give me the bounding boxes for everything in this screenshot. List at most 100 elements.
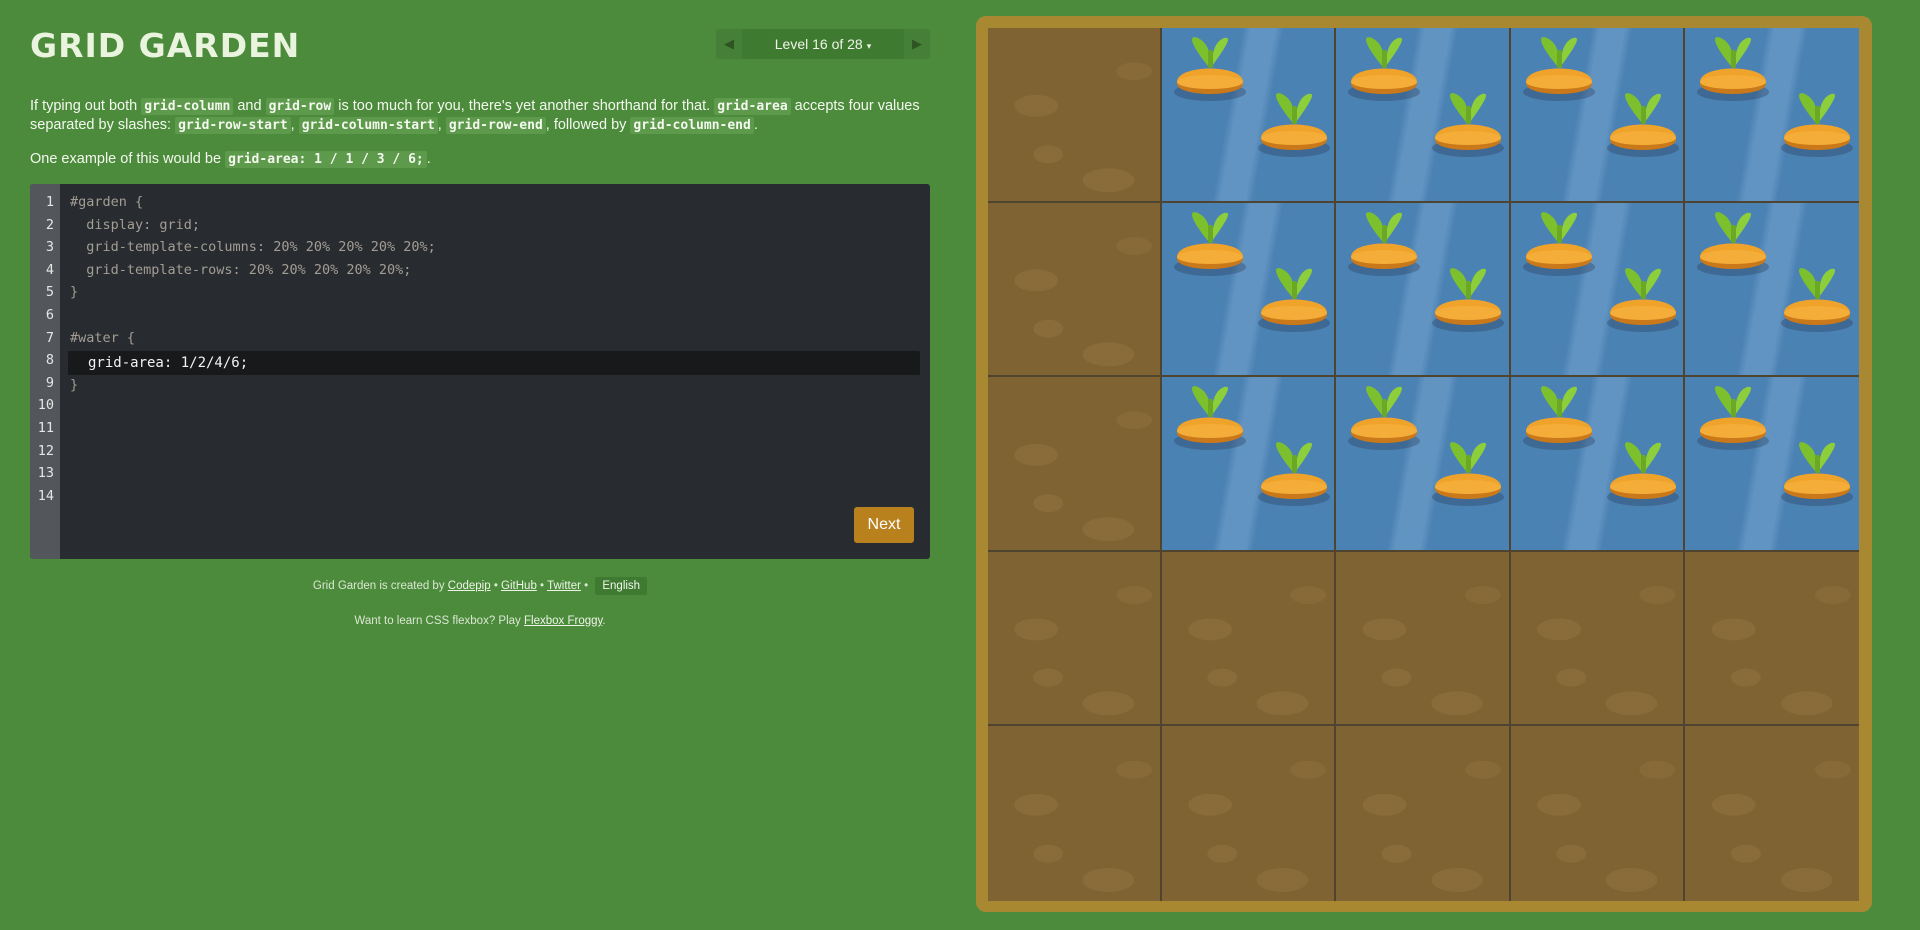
soil-cell (1336, 551, 1511, 727)
water-cell (1684, 28, 1859, 203)
carrot-icon (1344, 34, 1424, 109)
line-number-gutter: 1 2 3 4 5 6 7 8 9 10 11 12 13 14 (30, 184, 60, 559)
soil-cell (1510, 726, 1685, 901)
css-editor: 1234567891011121314 Next #garden { displ… (30, 184, 930, 559)
flexbox-froggy-link[interactable]: Flexbox Froggy (524, 615, 602, 627)
line-number: 1 (45, 194, 54, 210)
water-cell (1684, 202, 1859, 378)
line-number: 10 (37, 397, 54, 414)
water-cell (1336, 377, 1511, 552)
water-cell (1336, 28, 1511, 203)
line-number: 9 (45, 374, 54, 391)
line-number: 6 (45, 307, 54, 323)
soil-cell (988, 551, 1163, 727)
carrot-icon (1344, 383, 1424, 458)
instruction-text: , (290, 116, 299, 133)
water-cell (1336, 202, 1511, 378)
separator: • (536, 580, 548, 592)
css-answer-input[interactable] (88, 351, 588, 375)
page-title: GRID GARDEN (30, 26, 301, 65)
inline-code: grid-row-end (445, 116, 546, 134)
code-line: #water { (70, 329, 136, 346)
line-number: 14 (37, 487, 54, 504)
water-cell (1510, 202, 1685, 378)
soil-cell (1336, 726, 1511, 901)
carrot-icon (1254, 90, 1334, 165)
left-panel: GRID GARDEN ◀ Level 16 of 28 ▾ ▶ If typin… (30, 0, 930, 930)
water-cell (1510, 377, 1685, 552)
soil-cell (988, 28, 1163, 203)
instruction-text: , followed by (545, 116, 631, 133)
carrot-icon (1777, 265, 1857, 340)
line-number: 5 (45, 284, 54, 301)
promo-footer: Want to learn CSS flexbox? Play Flexbox … (30, 615, 930, 627)
credits-footer: Grid Garden is created by Codepip • GitH… (30, 577, 930, 595)
instruction-text: If typing out both (30, 97, 142, 114)
carrot-icon (1428, 439, 1508, 514)
instructions-paragraph-2: One example of this would be grid-area: … (30, 150, 431, 169)
instruction-text: and (233, 97, 266, 114)
line-number: 4 (45, 261, 54, 278)
line-number: 8 (45, 352, 54, 369)
inline-code: grid-area (714, 97, 791, 115)
carrot-icon (1170, 383, 1250, 458)
level-label: Level 16 of 28 (774, 36, 863, 52)
carrot-icon (1344, 209, 1424, 284)
carrot-icon (1777, 90, 1857, 165)
line-number: 11 (37, 420, 54, 436)
code-line: grid-template-rows: 20% 20% 20% 20% 20%; (70, 261, 412, 278)
next-button[interactable]: Next (854, 507, 914, 543)
line-number: 12 (37, 442, 54, 459)
water-cell (1162, 377, 1337, 552)
credits-text: Grid Garden is created by (312, 580, 448, 592)
soil-cell (988, 377, 1163, 552)
instruction-text: , (437, 116, 446, 133)
line-number: 7 (45, 329, 54, 346)
carrot-icon (1170, 209, 1250, 284)
carrot-icon (1519, 383, 1599, 458)
carrot-icon (1603, 90, 1683, 165)
inline-code: grid-row-start (175, 116, 291, 134)
carrot-icon (1603, 265, 1683, 340)
inline-code: grid-area: 1 / 1 / 3 / 6; (225, 150, 427, 168)
next-level-arrow-icon[interactable]: ▶ (904, 29, 930, 59)
soil-cell (1162, 726, 1337, 901)
language-selector[interactable]: English (595, 577, 648, 595)
water-cell (1162, 202, 1337, 378)
promo-suffix: . (602, 615, 606, 627)
carrot-icon (1693, 209, 1773, 284)
code-line: #garden { (70, 194, 144, 210)
line-number: 2 (45, 216, 54, 233)
codepip-link[interactable]: Codepip (448, 580, 491, 592)
carrot-icon (1519, 34, 1599, 109)
carrot-icon (1693, 383, 1773, 458)
instruction-text: One example of this would be (30, 150, 226, 167)
twitter-link[interactable]: Twitter (547, 580, 581, 592)
carrot-icon (1603, 439, 1683, 514)
soil-cell (1684, 551, 1859, 727)
inline-code: grid-column-end (630, 116, 754, 134)
previous-level-arrow-icon[interactable]: ◀ (716, 29, 742, 59)
separator: • (580, 580, 592, 592)
line-number: 13 (37, 465, 54, 482)
instruction-text: . (426, 150, 431, 167)
promo-text: Want to learn CSS flexbox? Play (354, 615, 524, 627)
water-cell (1684, 377, 1859, 552)
instruction-text: is too much for you, there's yet another… (334, 97, 715, 114)
level-indicator[interactable]: Level 16 of 28 ▾ (742, 36, 904, 52)
inline-code: grid-column (141, 97, 234, 115)
github-link[interactable]: GitHub (501, 580, 537, 592)
caret-down-icon: ▾ (866, 41, 872, 51)
carrot-icon (1519, 209, 1599, 284)
inline-code: grid-column-start (298, 116, 438, 134)
carrot-icon (1693, 34, 1773, 109)
soil-cell (988, 202, 1163, 378)
instructions-paragraph-1: If typing out both grid-column and grid-… (30, 97, 920, 135)
code-line: } (70, 284, 79, 301)
carrot-icon (1428, 90, 1508, 165)
carrot-icon (1254, 439, 1334, 514)
code-line: } (70, 376, 79, 393)
soil-cell (1510, 551, 1685, 727)
code-line: display: grid; (70, 216, 201, 233)
carrot-icon (1170, 34, 1250, 109)
